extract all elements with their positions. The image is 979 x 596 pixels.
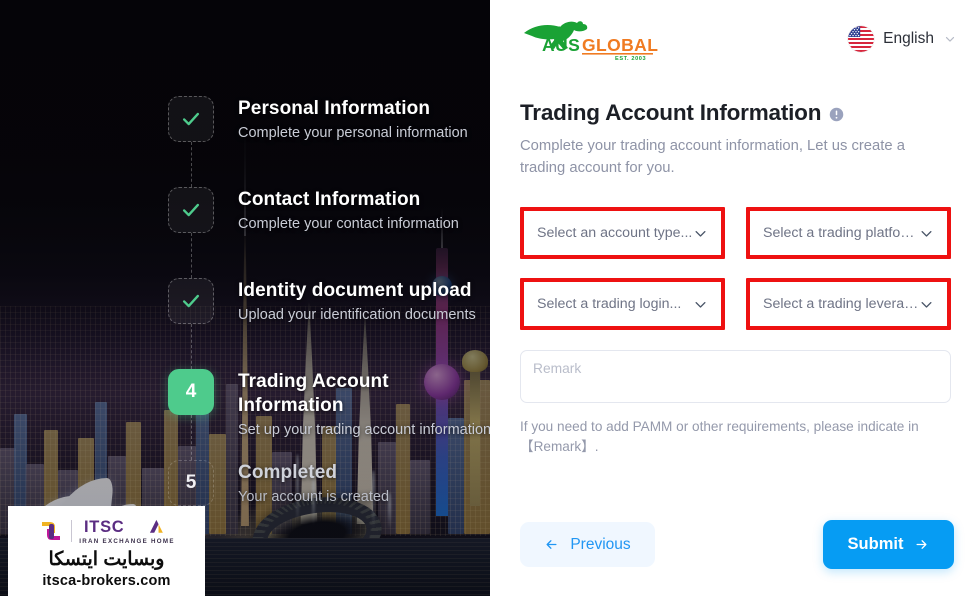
aus-global-logo[interactable]: AUS GLOBAL EST. 2003	[520, 17, 658, 61]
step-subtitle: Complete your contact information	[238, 216, 459, 232]
check-icon	[182, 203, 200, 217]
watermark-url: itsca-brokers.com	[42, 572, 171, 589]
trading-login-highlight: Select a trading login...	[520, 278, 725, 330]
watermark-tagline: IRAN EXCHANGE HOME	[79, 537, 175, 545]
step-number: 4	[185, 381, 197, 402]
chevron-down-icon	[945, 36, 955, 42]
wizard-step-personal-information[interactable]: Personal Information Complete your perso…	[168, 96, 490, 187]
svg-text:ITSC: ITSC	[84, 518, 124, 536]
step-title: Trading Account Information	[238, 371, 389, 416]
step-number: 5	[185, 472, 197, 493]
wizard-steps: Personal Information Complete your perso…	[168, 96, 490, 507]
wizard-step-trading-account-information[interactable]: 4 Trading Account Information Set up you…	[168, 369, 490, 460]
itsca-wordmark-icon: ITSC	[84, 518, 163, 536]
itsca-watermark: ITSC IRAN EXCHANGE HOME وبسایت ایتسکا it…	[8, 506, 205, 596]
page-title-text: Trading Account Information	[520, 100, 822, 125]
step-title: Completed	[238, 462, 338, 483]
trading-platform-select[interactable]: Select a trading platform...	[754, 215, 943, 251]
chevron-down-icon	[921, 301, 932, 308]
check-icon	[182, 112, 200, 126]
submit-button-label: Submit	[847, 535, 904, 553]
arrow-right-icon	[916, 540, 927, 549]
step-marker-2	[168, 187, 214, 233]
step-marker-1	[168, 96, 214, 142]
language-selector[interactable]: English	[848, 26, 957, 52]
chevron-down-icon	[695, 230, 706, 237]
wizard-sidebar: Personal Information Complete your perso…	[0, 0, 490, 596]
trading-login-select[interactable]: Select a trading login...	[528, 286, 717, 322]
svg-text:GLOBAL: GLOBAL	[582, 35, 658, 55]
step-title: Contact Information	[238, 189, 421, 210]
info-circle-icon[interactable]	[829, 107, 844, 122]
language-label: English	[883, 30, 934, 47]
trading-leverage-value: Select a trading leverage...	[763, 296, 919, 312]
wizard-step-identity-document-upload[interactable]: Identity document upload Upload your ide…	[168, 278, 490, 369]
trading-platform-highlight: Select a trading platform...	[746, 207, 951, 259]
step-marker-4: 4	[168, 369, 214, 415]
step-subtitle: Complete your personal information	[238, 125, 468, 141]
account-type-select[interactable]: Select an account type...	[528, 215, 717, 251]
page-subtitle: Complete your trading account informatio…	[520, 138, 905, 176]
trading-account-form: Select an account type... Select a tradi…	[520, 207, 951, 330]
step-subtitle: Set up your trading account information	[238, 422, 490, 438]
top-bar: AUS GLOBAL EST. 2003 English	[490, 0, 979, 62]
itsca-logo-icon	[42, 521, 61, 540]
step-connector-3	[190, 324, 192, 369]
svg-text:AUS: AUS	[542, 35, 580, 55]
step-marker-5: 5	[168, 460, 214, 506]
wizard-content-panel: AUS GLOBAL EST. 2003 English Trading Acc…	[490, 0, 979, 596]
form-actions: Previous Submit	[520, 520, 954, 569]
svg-text:EST. 2003: EST. 2003	[615, 56, 646, 61]
us-flag-icon	[848, 26, 875, 52]
remark-input[interactable]	[520, 350, 951, 403]
account-type-highlight: Select an account type...	[520, 207, 725, 259]
wizard-step-completed[interactable]: 5 Completed Your account is created	[168, 460, 490, 507]
check-icon	[182, 294, 200, 308]
chevron-down-icon	[695, 301, 706, 308]
step-title: Personal Information	[238, 98, 431, 119]
chevron-down-icon	[921, 230, 932, 237]
trading-leverage-select[interactable]: Select a trading leverage...	[754, 286, 943, 322]
previous-button-label: Previous	[570, 535, 631, 553]
step-connector-1	[190, 142, 192, 187]
trading-leverage-highlight: Select a trading leverage...	[746, 278, 951, 330]
watermark-persian-text: وبسایت ایتسکا	[48, 548, 165, 570]
step-title: Identity document upload	[238, 280, 472, 301]
previous-button[interactable]: Previous	[520, 522, 655, 567]
arrow-left-icon	[546, 540, 557, 549]
trading-platform-value: Select a trading platform...	[763, 225, 919, 241]
submit-button[interactable]: Submit	[823, 520, 954, 569]
kangaroo-icon: AUS GLOBAL EST. 2003	[524, 21, 658, 61]
step-subtitle: Upload your identification documents	[238, 307, 476, 323]
form-content: Trading Account Information Complete you…	[490, 62, 979, 457]
page-title: Trading Account Information	[520, 100, 951, 126]
step-connector-4	[190, 415, 192, 460]
trading-login-value: Select a trading login...	[537, 296, 682, 312]
wizard-step-contact-information[interactable]: Contact Information Complete your contac…	[168, 187, 490, 278]
remark-hint: If you need to add PAMM or other require…	[520, 419, 919, 454]
registration-wizard-page: Personal Information Complete your perso…	[0, 0, 979, 596]
step-connector-2	[190, 233, 192, 278]
account-type-value: Select an account type...	[537, 225, 693, 241]
step-subtitle: Your account is created	[238, 489, 390, 505]
step-marker-3	[168, 278, 214, 324]
